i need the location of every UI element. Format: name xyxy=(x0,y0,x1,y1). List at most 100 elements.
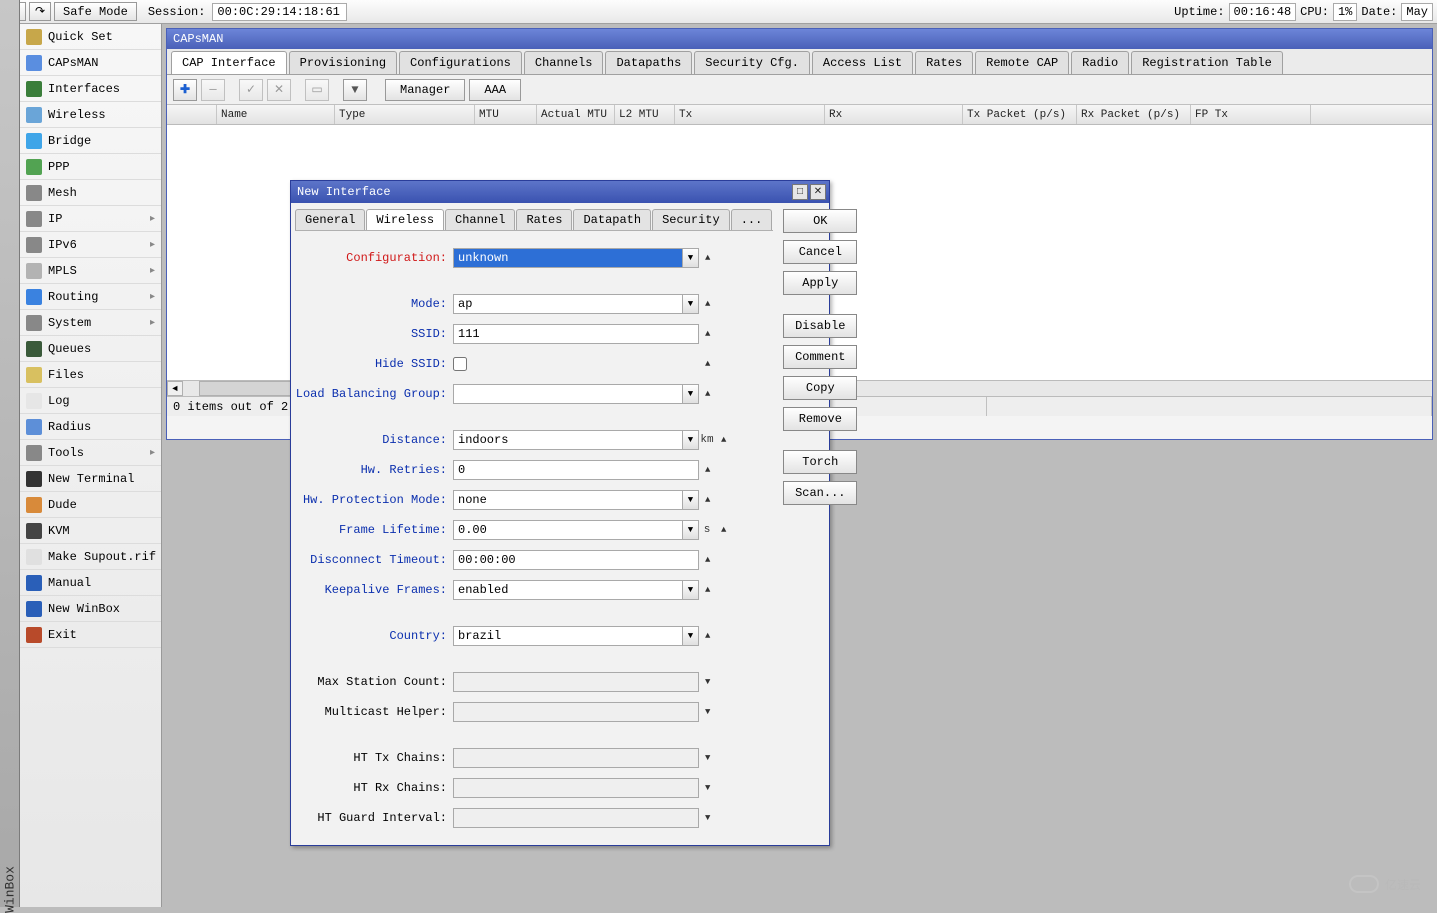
tab-channels[interactable]: Channels xyxy=(524,51,604,74)
column-header[interactable]: Type xyxy=(335,105,475,124)
add-button[interactable]: ✚ xyxy=(173,79,197,101)
text-input[interactable] xyxy=(453,550,699,570)
collapse-toggle-icon[interactable]: ▲ xyxy=(705,629,719,643)
ok-button[interactable]: OK xyxy=(783,209,857,233)
dropdown-button[interactable]: ▼ xyxy=(683,430,699,450)
collapse-toggle-icon[interactable]: ▲ xyxy=(705,251,719,265)
tab-radio[interactable]: Radio xyxy=(1071,51,1129,74)
scan--button[interactable]: Scan... xyxy=(783,481,857,505)
remove-button[interactable]: ─ xyxy=(201,79,225,101)
text-input[interactable] xyxy=(453,324,699,344)
column-header[interactable]: Tx Packet (p/s) xyxy=(963,105,1077,124)
cancel-button[interactable]: Cancel xyxy=(783,240,857,264)
collapse-toggle-icon[interactable]: ▲ xyxy=(705,463,719,477)
tab-datapaths[interactable]: Datapaths xyxy=(605,51,692,74)
sidebar-item-kvm[interactable]: KVM xyxy=(20,518,161,544)
tab-rates[interactable]: Rates xyxy=(915,51,973,74)
column-header[interactable]: Rx xyxy=(825,105,963,124)
collapse-toggle-icon[interactable]: ▲ xyxy=(721,433,735,447)
dropdown-button[interactable]: ▼ xyxy=(683,626,699,646)
disable-button[interactable]: Disable xyxy=(783,314,857,338)
collapse-toggle-icon[interactable]: ▼ xyxy=(705,781,719,795)
collapse-toggle-icon[interactable]: ▲ xyxy=(721,523,735,537)
disable-button[interactable]: ✕ xyxy=(267,79,291,101)
column-header[interactable]: Actual MTU xyxy=(537,105,615,124)
sidebar-item-ipv6[interactable]: IPv6▸ xyxy=(20,232,161,258)
dialog-tab-channel[interactable]: Channel xyxy=(445,209,515,230)
text-input[interactable] xyxy=(453,248,683,268)
tab-remote-cap[interactable]: Remote CAP xyxy=(975,51,1069,74)
column-header[interactable]: Rx Packet (p/s) xyxy=(1077,105,1191,124)
comment-button[interactable]: ▭ xyxy=(305,79,329,101)
apply-button[interactable]: Apply xyxy=(783,271,857,295)
collapse-toggle-icon[interactable]: ▲ xyxy=(705,553,719,567)
collapse-toggle-icon[interactable]: ▼ xyxy=(705,705,719,719)
text-input[interactable] xyxy=(453,460,699,480)
dropdown-button[interactable]: ▼ xyxy=(683,580,699,600)
sidebar-item-log[interactable]: Log xyxy=(20,388,161,414)
dialog-tab-general[interactable]: General xyxy=(295,209,365,230)
sidebar-item-dude[interactable]: Dude xyxy=(20,492,161,518)
dialog-tab-rates[interactable]: Rates xyxy=(516,209,572,230)
sidebar-item-tools[interactable]: Tools▸ xyxy=(20,440,161,466)
close-button[interactable]: ✕ xyxy=(810,184,826,200)
sidebar-item-files[interactable]: Files xyxy=(20,362,161,388)
sidebar-item-ppp[interactable]: PPP xyxy=(20,154,161,180)
sidebar-item-interfaces[interactable]: Interfaces xyxy=(20,76,161,102)
text-input[interactable] xyxy=(453,294,683,314)
sidebar-item-mpls[interactable]: MPLS▸ xyxy=(20,258,161,284)
dropdown-button[interactable]: ▼ xyxy=(683,248,699,268)
remove-button[interactable]: Remove xyxy=(783,407,857,431)
sidebar-item-capsman[interactable]: CAPsMAN xyxy=(20,50,161,76)
column-header[interactable] xyxy=(167,105,217,124)
tab-configurations[interactable]: Configurations xyxy=(399,51,522,74)
tab-security-cfg-[interactable]: Security Cfg. xyxy=(694,51,810,74)
torch-button[interactable]: Torch xyxy=(783,450,857,474)
dropdown-button[interactable]: ▼ xyxy=(683,520,699,540)
sidebar-item-quick-set[interactable]: Quick Set xyxy=(20,24,161,50)
text-input[interactable] xyxy=(453,384,683,404)
aaa-button[interactable]: AAA xyxy=(469,79,521,101)
checkbox-input[interactable] xyxy=(453,357,467,371)
sidebar-item-make-supout-rif[interactable]: Make Supout.rif xyxy=(20,544,161,570)
redo-button[interactable]: ↷ xyxy=(29,2,51,21)
text-input[interactable] xyxy=(453,520,683,540)
sidebar-item-routing[interactable]: Routing▸ xyxy=(20,284,161,310)
column-header[interactable]: FP Tx xyxy=(1191,105,1311,124)
sidebar-item-radius[interactable]: Radius xyxy=(20,414,161,440)
collapse-toggle-icon[interactable]: ▲ xyxy=(705,583,719,597)
enable-button[interactable]: ✓ xyxy=(239,79,263,101)
sidebar-item-bridge[interactable]: Bridge xyxy=(20,128,161,154)
sidebar-item-system[interactable]: System▸ xyxy=(20,310,161,336)
column-header[interactable]: L2 MTU xyxy=(615,105,675,124)
collapse-toggle-icon[interactable]: ▼ xyxy=(705,675,719,689)
manager-button[interactable]: Manager xyxy=(385,79,465,101)
copy-button[interactable]: Copy xyxy=(783,376,857,400)
dropdown-button[interactable]: ▼ xyxy=(683,384,699,404)
tab-provisioning[interactable]: Provisioning xyxy=(289,51,397,74)
sidebar-item-queues[interactable]: Queues xyxy=(20,336,161,362)
comment-button[interactable]: Comment xyxy=(783,345,857,369)
sidebar-item-manual[interactable]: Manual xyxy=(20,570,161,596)
collapse-toggle-icon[interactable]: ▼ xyxy=(705,751,719,765)
safe-mode-button[interactable]: Safe Mode xyxy=(54,2,137,21)
dialog-tab-datapath[interactable]: Datapath xyxy=(573,209,651,230)
dialog-tab-wireless[interactable]: Wireless xyxy=(366,209,444,230)
tab-access-list[interactable]: Access List xyxy=(812,51,913,74)
tab-registration-table[interactable]: Registration Table xyxy=(1131,51,1283,74)
filter-button[interactable]: ▼ xyxy=(343,79,367,101)
collapse-toggle-icon[interactable]: ▼ xyxy=(705,811,719,825)
collapse-toggle-icon[interactable]: ▲ xyxy=(705,387,719,401)
dialog-tab-security[interactable]: Security xyxy=(652,209,730,230)
text-input[interactable] xyxy=(453,626,683,646)
scroll-left-button[interactable]: ◄ xyxy=(167,381,183,396)
sidebar-item-new-winbox[interactable]: New WinBox xyxy=(20,596,161,622)
tab-cap-interface[interactable]: CAP Interface xyxy=(171,51,287,74)
dialog-titlebar[interactable]: New Interface □ ✕ xyxy=(291,181,829,203)
text-input[interactable] xyxy=(453,430,683,450)
dropdown-button[interactable]: ▼ xyxy=(683,294,699,314)
column-header[interactable]: MTU xyxy=(475,105,537,124)
dropdown-button[interactable]: ▼ xyxy=(683,490,699,510)
dialog-tab--[interactable]: ... xyxy=(731,209,773,230)
sidebar-item-exit[interactable]: Exit xyxy=(20,622,161,648)
